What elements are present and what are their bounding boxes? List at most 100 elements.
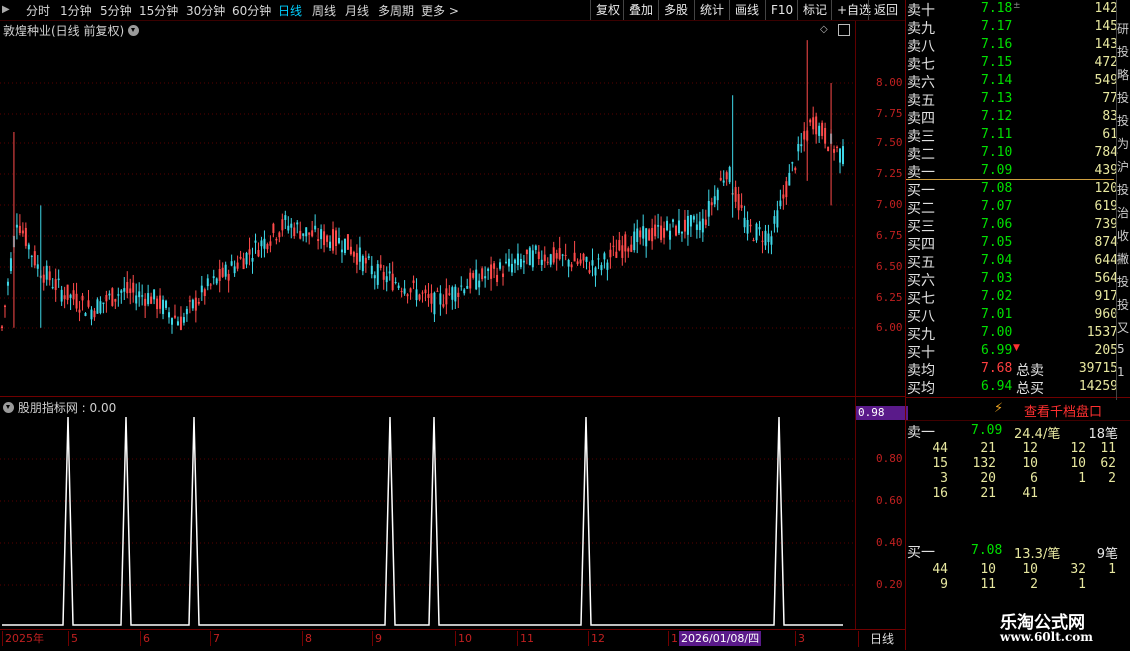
candle-body — [150, 296, 153, 304]
order-size: 11 — [1100, 441, 1116, 456]
candle-body — [111, 288, 114, 306]
indicator-pane[interactable]: 股朋指标网 : 0.00 — [0, 397, 855, 629]
period-tab-7[interactable]: 周线 — [312, 2, 336, 19]
candle-body — [573, 252, 576, 262]
candle-body — [165, 300, 168, 308]
candle-body — [686, 215, 689, 235]
candle-body — [33, 251, 36, 266]
candle-body — [412, 280, 415, 283]
side-strip-char: 收 — [1117, 229, 1130, 243]
period-tab-8[interactable]: 月线 — [345, 2, 369, 19]
level-volume: 917 — [1094, 289, 1118, 304]
candle-body — [666, 220, 669, 231]
time-label: 1 — [668, 631, 678, 646]
candle-body — [170, 318, 173, 325]
period-tab-2[interactable]: 5分钟 — [100, 2, 132, 19]
overlay-button[interactable]: 叠加 — [623, 0, 658, 20]
price-tick-label: 7.00 — [876, 198, 903, 211]
main-chart-area[interactable]: 敦煌种业(日线 前复权) ◇ — [0, 21, 855, 397]
order-size: 6 — [1030, 471, 1038, 486]
price-axis: 8.00 7.75 7.50 7.25 7.00 6.75 6.50 6.25 6.00 — [855, 21, 906, 397]
side-strip-char: 治 — [1117, 206, 1130, 220]
period-tab-3[interactable]: 15分钟 — [139, 2, 178, 19]
candle-body — [722, 180, 725, 183]
candle-body — [349, 246, 352, 255]
level-volume: 564 — [1094, 271, 1118, 286]
ask-row: 卖七 7.15 472 — [906, 54, 1118, 73]
candle-body — [9, 258, 12, 272]
candle-body — [364, 257, 367, 264]
candle-body — [824, 127, 827, 144]
candle-body — [93, 310, 96, 318]
candle-body — [725, 172, 728, 180]
thousand-level-bar[interactable]: ⚡ 查看千档盘口 — [906, 398, 1114, 420]
candle-body — [692, 216, 695, 220]
menu-icon[interactable]: ▶ — [2, 4, 10, 15]
candle-body — [478, 280, 481, 288]
thousand-bid1-row: 买一 7.08 13.3/笔 9笔 — [906, 542, 1118, 562]
candle-body — [758, 227, 761, 230]
time-label: 2025年 — [2, 631, 44, 646]
draw-line-button[interactable]: 画线 — [729, 0, 764, 20]
level-volume: 619 — [1094, 199, 1118, 214]
candle-body — [627, 248, 630, 252]
candle-body — [379, 264, 382, 268]
thousand-level-button[interactable]: 查看千档盘口 — [1024, 401, 1102, 420]
period-tab-1[interactable]: 1分钟 — [60, 2, 92, 19]
candle-body — [218, 269, 221, 282]
f10-button[interactable]: F10 — [765, 0, 798, 20]
back-button[interactable]: 返回 — [868, 0, 903, 20]
candle-body — [836, 146, 839, 148]
level-price: 7.09 — [971, 423, 1003, 438]
indicator-axis: 0.98 0.80 0.60 0.40 0.20 — [855, 397, 908, 629]
period-tab-9[interactable]: 多周期 — [378, 2, 414, 19]
period-tab-6[interactable]: 日线 — [278, 2, 302, 19]
order-size: 12 — [1022, 441, 1038, 456]
level-label: 买一 — [907, 183, 935, 199]
mark-button[interactable]: 标记 — [797, 0, 832, 20]
statistics-button[interactable]: 统计 — [694, 0, 729, 20]
candle-body — [206, 278, 209, 287]
bid-row: 买六 7.03 564 — [906, 270, 1118, 289]
price-tick-label: 6.75 — [876, 229, 903, 242]
level-volume: 739 — [1094, 217, 1118, 232]
period-tab-4[interactable]: 30分钟 — [186, 2, 225, 19]
period-tab-0[interactable]: 分时 — [26, 2, 50, 19]
time-label: 12 — [588, 631, 605, 646]
candle-body — [287, 225, 290, 231]
level-price: 7.18 — [981, 1, 1013, 16]
period-tab-10[interactable]: 更多 > — [421, 2, 459, 19]
candle-body — [457, 292, 460, 298]
avg-per-trade: 24.4/笔 — [1014, 427, 1061, 442]
candle-body — [108, 293, 111, 296]
restore-rights-button[interactable]: 复权 — [590, 0, 625, 20]
candle-body — [415, 289, 418, 301]
candle-body — [669, 230, 672, 240]
candle-body — [812, 117, 815, 130]
order-size: 15 — [932, 456, 948, 471]
candle-body — [591, 260, 594, 266]
candle-body — [645, 228, 648, 247]
period-label[interactable]: 日线 — [858, 631, 905, 647]
candle-body — [361, 255, 364, 272]
multi-stock-button[interactable]: 多股 — [658, 0, 693, 20]
avg-price: 6.94 — [981, 379, 1013, 394]
indicator-tick-label: 0.60 — [876, 494, 903, 507]
order-size: 21 — [980, 441, 996, 456]
candle-body — [821, 122, 824, 136]
level-volume: 549 — [1094, 73, 1118, 88]
candle-body — [585, 256, 588, 262]
candle-body — [448, 293, 451, 295]
candle-body — [311, 230, 314, 237]
avg-label: 买均 — [907, 381, 935, 397]
candle-body — [191, 299, 194, 309]
candle-body — [558, 248, 561, 260]
candle-body — [138, 291, 141, 298]
level-price: 7.17 — [981, 19, 1013, 34]
candle-body — [606, 262, 609, 270]
total-volume: 14259 — [1078, 379, 1118, 394]
avg-per-trade: 13.3/笔 — [1014, 547, 1061, 562]
candle-body — [147, 293, 150, 305]
candle-body — [594, 267, 597, 276]
period-tab-5[interactable]: 60分钟 — [232, 2, 271, 19]
